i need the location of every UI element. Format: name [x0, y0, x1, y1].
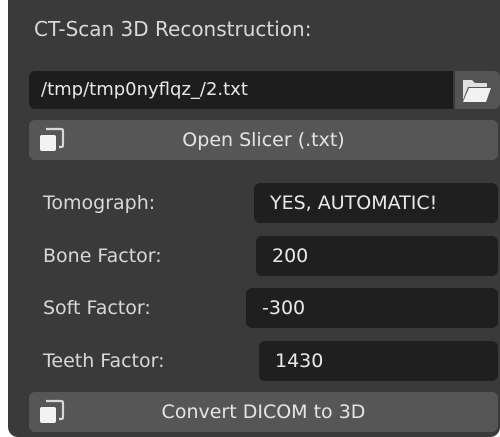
soft-factor-field[interactable]: -300	[246, 288, 498, 328]
open-slicer-label: Open Slicer (.txt)	[182, 129, 345, 151]
tomograph-field[interactable]: YES, AUTOMATIC!	[254, 183, 498, 223]
tomograph-label: Tomograph:	[43, 192, 156, 214]
convert-dicom-button[interactable]: Convert DICOM to 3D	[29, 392, 498, 432]
teeth-factor-field[interactable]: 1430	[259, 341, 498, 381]
folder-open-icon	[463, 80, 491, 102]
bone-factor-label: Bone Factor:	[43, 245, 162, 267]
convert-dicom-label: Convert DICOM to 3D	[161, 401, 366, 423]
file-path-input[interactable]: /tmp/tmp0nyflqz_/2.txt	[29, 71, 453, 109]
panel-title: CT-Scan 3D Reconstruction:	[34, 17, 312, 41]
open-slicer-button[interactable]: Open Slicer (.txt)	[29, 120, 498, 160]
bone-factor-field[interactable]: 200	[256, 236, 498, 276]
soft-factor-label: Soft Factor:	[43, 297, 151, 319]
teeth-factor-label: Teeth Factor:	[43, 350, 165, 372]
file-browser-button[interactable]	[455, 71, 500, 109]
